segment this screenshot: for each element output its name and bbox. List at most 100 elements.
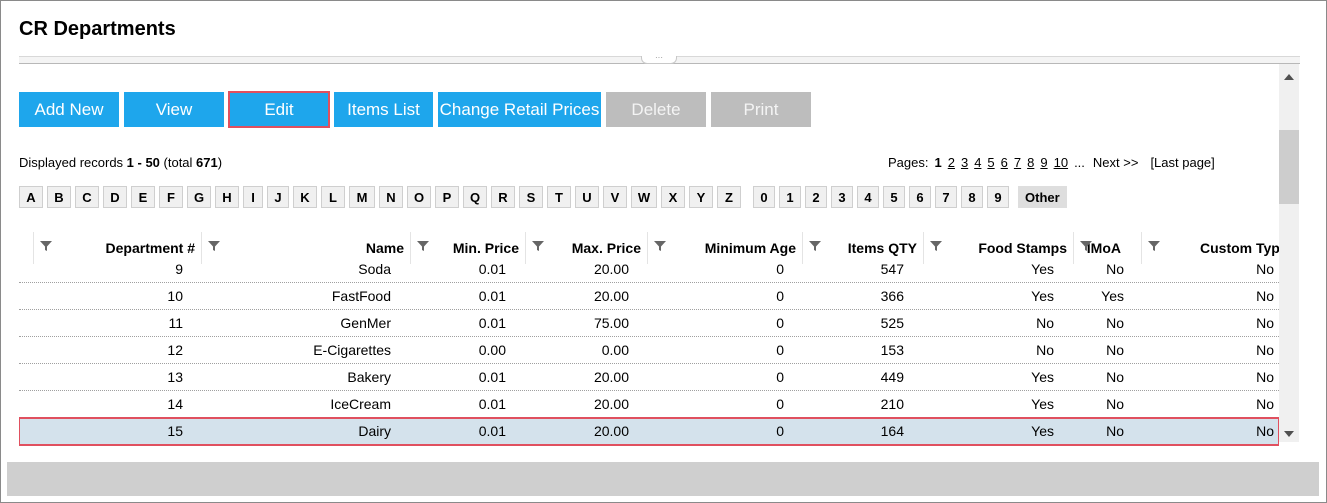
table-row[interactable]: 11 GenMer 0.01 75.00 0 525 No No No xyxy=(19,310,1279,337)
records-prefix: Displayed records xyxy=(19,155,127,170)
digit-filter-5[interactable]: 5 xyxy=(883,186,905,208)
scroll-up-icon[interactable] xyxy=(1284,74,1294,80)
filter-icon[interactable] xyxy=(929,239,943,253)
view-button[interactable]: View xyxy=(124,92,224,127)
filter-icon[interactable] xyxy=(416,239,430,253)
add-new-button[interactable]: Add New xyxy=(19,92,119,127)
digit-filter-4[interactable]: 4 xyxy=(857,186,879,208)
alpha-filter-x[interactable]: X xyxy=(661,186,685,208)
col-header-max-price-label: Max. Price xyxy=(571,240,641,256)
alpha-filter-d[interactable]: D xyxy=(103,186,127,208)
cell-department: 9 xyxy=(175,261,183,277)
alpha-filter-s[interactable]: S xyxy=(519,186,543,208)
table-row[interactable]: 14 IceCream 0.01 20.00 0 210 Yes No No xyxy=(19,391,1279,418)
filter-icon[interactable] xyxy=(808,239,822,253)
filter-icon[interactable] xyxy=(531,239,545,253)
col-header-items-qty-label: Items QTY xyxy=(847,240,917,256)
pager-page-link[interactable]: 8 xyxy=(1027,155,1034,170)
pager-page-link[interactable]: 9 xyxy=(1040,155,1047,170)
digit-filter-3[interactable]: 3 xyxy=(831,186,853,208)
alpha-filter-h[interactable]: H xyxy=(215,186,239,208)
cell-name: FastFood xyxy=(331,288,391,304)
alpha-filter-w[interactable]: W xyxy=(631,186,657,208)
pager-ellipsis: ... xyxy=(1074,155,1085,170)
table-row[interactable]: 15 Dairy 0.01 20.00 0 164 Yes No No xyxy=(19,417,1279,446)
cell-food-stamps: No xyxy=(1036,315,1054,331)
change-retail-prices-button[interactable]: Change Retail Prices xyxy=(438,92,601,127)
alpha-filter-u[interactable]: U xyxy=(575,186,599,208)
alpha-filter-a[interactable]: A xyxy=(19,186,43,208)
filter-icon[interactable] xyxy=(1079,239,1093,253)
pager-page-link[interactable]: 3 xyxy=(961,155,968,170)
alpha-filter-r[interactable]: R xyxy=(491,186,515,208)
cell-imoa: No xyxy=(1106,369,1124,385)
filter-icon[interactable] xyxy=(1147,239,1161,253)
pager-page-link[interactable]: 10 xyxy=(1054,155,1068,170)
cell-food-stamps: Yes xyxy=(1031,261,1054,277)
alpha-filter-y[interactable]: Y xyxy=(689,186,713,208)
alpha-filter-p[interactable]: P xyxy=(435,186,459,208)
alpha-filter-n[interactable]: N xyxy=(379,186,403,208)
pager-current-page: 1 xyxy=(934,155,942,170)
digit-filter-8[interactable]: 8 xyxy=(961,186,983,208)
digit-filter-1[interactable]: 1 xyxy=(779,186,801,208)
print-button[interactable]: Print xyxy=(711,92,811,127)
alpha-filter-b[interactable]: B xyxy=(47,186,71,208)
digit-filter-7[interactable]: 7 xyxy=(935,186,957,208)
table-row[interactable]: 13 Bakery 0.01 20.00 0 449 Yes No No xyxy=(19,364,1279,391)
alpha-filter-m[interactable]: M xyxy=(349,186,375,208)
digit-filter-2[interactable]: 2 xyxy=(805,186,827,208)
pager-next-link[interactable]: Next >> xyxy=(1093,155,1139,170)
scrollbar-thumb[interactable] xyxy=(1279,130,1299,204)
filter-icon[interactable] xyxy=(653,239,667,253)
alpha-filter-o[interactable]: O xyxy=(407,186,431,208)
alpha-filter-j[interactable]: J xyxy=(267,186,289,208)
cell-name: Dairy xyxy=(358,423,391,439)
alpha-filter-q[interactable]: Q xyxy=(463,186,487,208)
cell-min-price: 0.01 xyxy=(478,423,506,439)
cell-custom-type: No xyxy=(1256,369,1274,385)
alpha-filter-c[interactable]: C xyxy=(75,186,99,208)
pager-page-link[interactable]: 2 xyxy=(948,155,955,170)
table-row[interactable]: 9 Soda 0.01 20.00 0 547 Yes No No xyxy=(19,256,1279,283)
cell-items-qty: 210 xyxy=(880,396,904,412)
pager-last-link[interactable]: [Last page] xyxy=(1150,155,1214,170)
records-total-prefix: (total xyxy=(159,155,197,170)
pager-page-link[interactable]: 4 xyxy=(974,155,981,170)
table-row[interactable]: 12 E-Cigarettes 0.00 0.00 0 153 No No No xyxy=(19,337,1279,364)
delete-button[interactable]: Delete xyxy=(606,92,706,127)
vertical-scrollbar[interactable] xyxy=(1279,64,1299,442)
cell-name: IceCream xyxy=(330,396,391,412)
digit-filter-0[interactable]: 0 xyxy=(753,186,775,208)
cell-food-stamps: Yes xyxy=(1031,423,1054,439)
cell-name: E-Cigarettes xyxy=(313,342,391,358)
digit-filter-6[interactable]: 6 xyxy=(909,186,931,208)
alpha-filter-f[interactable]: F xyxy=(159,186,183,208)
alpha-filter-l[interactable]: L xyxy=(321,186,345,208)
table-row[interactable]: 10 FastFood 0.01 20.00 0 366 Yes Yes No xyxy=(19,283,1279,310)
page-title: CR Departments xyxy=(19,18,176,40)
digit-filter-9[interactable]: 9 xyxy=(987,186,1009,208)
alpha-filter-t[interactable]: T xyxy=(547,186,571,208)
items-list-button[interactable]: Items List xyxy=(334,92,433,127)
splitter-grip-icon[interactable]: ··· xyxy=(641,54,677,64)
alpha-filter-e[interactable]: E xyxy=(131,186,155,208)
edit-button[interactable]: Edit xyxy=(228,91,330,128)
cell-min-price: 0.01 xyxy=(478,396,506,412)
cell-food-stamps: Yes xyxy=(1031,369,1054,385)
scroll-down-icon[interactable] xyxy=(1284,431,1294,437)
cell-imoa: No xyxy=(1106,396,1124,412)
alpha-filter-k[interactable]: K xyxy=(293,186,317,208)
filter-icon[interactable] xyxy=(207,239,221,253)
alpha-filter-i[interactable]: I xyxy=(243,186,263,208)
pager-page-link[interactable]: 5 xyxy=(987,155,994,170)
alpha-filter-z[interactable]: Z xyxy=(717,186,741,208)
filter-icon[interactable] xyxy=(39,239,53,253)
pager-page-link[interactable]: 7 xyxy=(1014,155,1021,170)
cell-imoa: No xyxy=(1106,261,1124,277)
alpha-filter-v[interactable]: V xyxy=(603,186,627,208)
cell-department: 13 xyxy=(167,369,183,385)
alpha-filter-other[interactable]: Other xyxy=(1018,186,1067,208)
alpha-filter-g[interactable]: G xyxy=(187,186,211,208)
pager-page-link[interactable]: 6 xyxy=(1001,155,1008,170)
